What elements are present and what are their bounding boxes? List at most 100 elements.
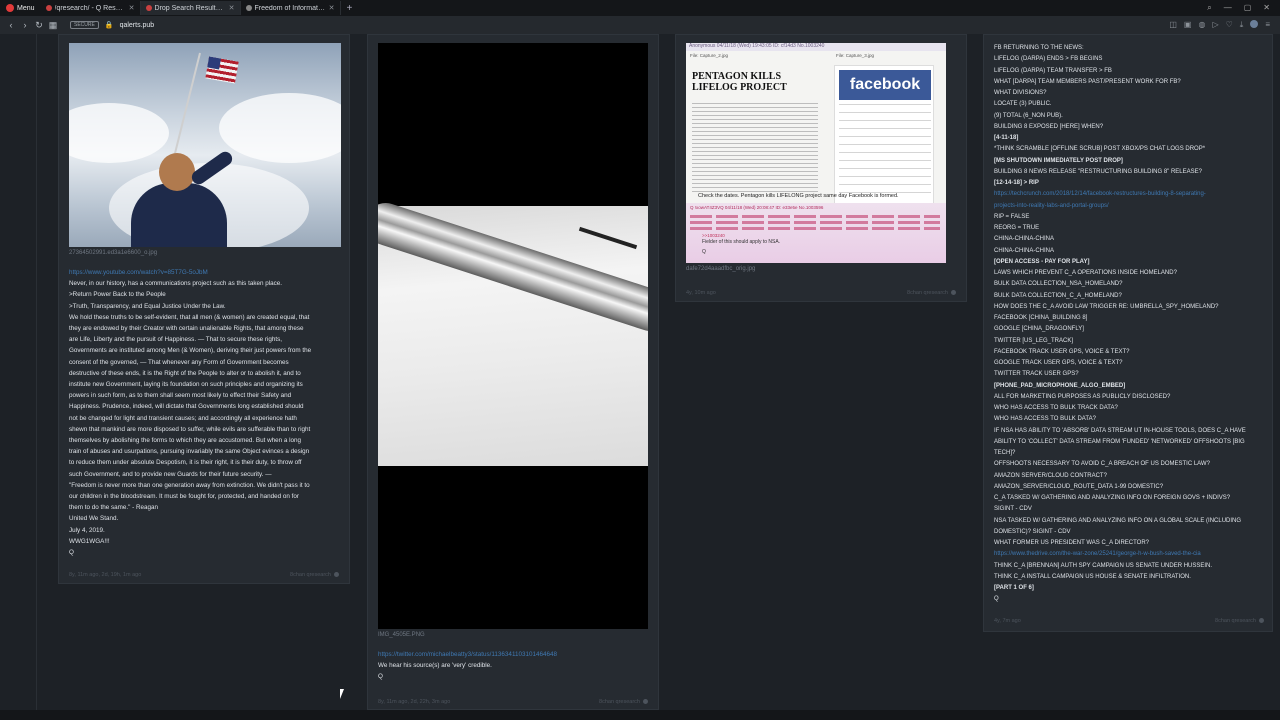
browser-menu-button[interactable]: Menu <box>0 0 41 16</box>
post-line: CHINA-CHINA-CHINA <box>994 236 1054 243</box>
post-line: BULK DATA COLLECTION_NSA_HOMELAND? <box>994 281 1123 288</box>
post-image-news-collage[interactable]: Anonymous 04/11/18 (Wed) 19:43:05 ID: cf… <box>686 43 946 263</box>
post-line: our children in the bloodstream. It must… <box>69 493 299 501</box>
post-line: BUILDING 8 NEWS RELEASE "RESTRUCTURING B… <box>994 168 1202 175</box>
tab-foia[interactable]: Freedom of Information A... ✕ <box>241 1 341 15</box>
post-line: shewn that mankind are more disposed to … <box>69 425 311 433</box>
tab-qresearch[interactable]: /qresearch/ - Q Research Ge... ✕ <box>41 1 141 15</box>
post-line: RIP = FALSE <box>994 213 1030 220</box>
post-line: WWG1WGA!!! <box>69 537 110 545</box>
forward-icon[interactable]: › <box>18 20 32 30</box>
post-timestamp: 8y, 11m ago, 2d, 22h, 3m ago <box>378 699 451 705</box>
post-body: https://www.youtube.com/watch?v=85T7G-5o… <box>69 267 311 558</box>
post-line: *THINK SCRAMBLE [OFFLINE SCRUB] POST XBO… <box>994 146 1206 153</box>
download-icon[interactable]: ⤓ <box>1240 20 1244 30</box>
post-line: [PART 1 OF 6] <box>994 585 1034 591</box>
left-rail <box>36 34 37 720</box>
post-line: Q <box>69 549 74 557</box>
search-icon[interactable]: ⌕ <box>1207 3 1211 13</box>
image-filename[interactable]: IMG_4505E.PNG <box>378 632 425 638</box>
post-link[interactable]: https://www.thedrive.com/the-war-zone/25… <box>994 549 1246 560</box>
snapshot-icon[interactable]: ◫ <box>1169 20 1177 30</box>
tab-loading-icon <box>245 5 252 11</box>
tab-bar: Menu /qresearch/ - Q Research Ge... ✕ Dr… <box>0 0 1280 16</box>
post-line: ALL FOR MARKETING PURPOSES AS PUBLICLY D… <box>994 393 1171 400</box>
heart-icon[interactable]: ♡ <box>1226 20 1233 30</box>
easy-setup-icon[interactable]: ≡ <box>1265 20 1270 30</box>
post-line: GOOGLE [CHINA_DRAGONFLY] <box>994 326 1084 333</box>
post-timestamp: 4y, 7m ago <box>994 618 1021 624</box>
link-icon <box>1259 618 1264 624</box>
post-line: OFFSHOOTS NECESSARY TO AVOID C_A BREACH … <box>994 461 1210 468</box>
image-filename[interactable]: 27364502991.ed3a1e6600_o.jpg <box>69 250 157 256</box>
post-line: United We Stand. <box>69 515 119 523</box>
post-line: WHAT FORMER US PRESIDENT WAS C_A DIRECTO… <box>994 540 1150 546</box>
lock-icon: 🔒 <box>104 22 114 29</box>
post-line: FACEBOOK [CHINA_BUILDING 8] <box>994 315 1088 321</box>
post-line: [OPEN ACCESS - PAY FOR PLAY] <box>994 258 1090 265</box>
vpn-icon[interactable]: ▣ <box>1184 20 1192 30</box>
post-line: Never, in our history, has a communicati… <box>69 280 283 288</box>
post-image-pen[interactable] <box>378 43 648 629</box>
post-line: them to do the same." - Reagan <box>69 504 159 512</box>
close-tab-icon[interactable]: ✕ <box>229 4 235 12</box>
post-body: https://twitter.com/michaelbeatty3/statu… <box>378 649 557 683</box>
image-post-header: Anonymous 04/11/18 (Wed) 19:43:05 ID: cf… <box>686 43 946 51</box>
image-filename[interactable]: dafe72d4aaadfbc_orig.jpg <box>686 266 755 272</box>
american-flag-icon <box>205 56 239 84</box>
post-line: NSA TASKED W/ GATHERING AND ANALYZING IN… <box>994 517 1242 524</box>
avatar[interactable] <box>1250 20 1259 28</box>
post-link[interactable]: https://www.youtube.com/watch?v=85T7G-5o… <box>69 267 311 278</box>
post-line: LOCATE (3) PUBLIC. <box>994 101 1052 108</box>
post-line: CHINA-CHINA-CHINA <box>994 247 1054 254</box>
post-line: WHAT [DARPA] TEAM MEMBERS PAST/PRESENT W… <box>994 78 1181 85</box>
post-card: FB RETURNING TO THE NEWS: LIFELOG (DARPA)… <box>983 34 1273 632</box>
post-source[interactable]: 8chan qresearch <box>907 290 956 296</box>
close-tab-icon[interactable]: ✕ <box>129 4 135 12</box>
post-line: THINK C_A INSTALL CAMPAIGN US HOUSE & SE… <box>994 573 1191 580</box>
facebook-logo: facebook <box>839 70 931 100</box>
player-icon[interactable]: ▷ <box>1212 20 1218 30</box>
link-icon <box>643 699 648 705</box>
post-line: ABILITY TO 'COLLECT' DATA STREAM FROM 'F… <box>994 438 1245 445</box>
post-link[interactable]: https://twitter.com/michaelbeatty3/statu… <box>378 649 557 660</box>
post-line: BULK DATA COLLECTION_C_A_HOMELAND? <box>994 292 1122 299</box>
post-line: LAWS WHICH PREVENT C_A OPERATIONS INSIDE… <box>994 270 1177 276</box>
post-line: July 4, 2019. <box>69 526 105 534</box>
tab-drop-search[interactable]: Drop Search Results: Mar 1... ✕ <box>140 1 241 15</box>
page-content: 27364502991.ed3a1e6600_o.jpg https://www… <box>0 34 1280 720</box>
post-link[interactable]: projects-into-reality-labs-and-portal-gr… <box>994 201 1246 212</box>
post-line: LIFELOG (DARPA) ENDS > FB BEGINS <box>994 56 1103 63</box>
post-line: Happiness. Prudence, indeed, will dictat… <box>69 403 304 411</box>
post-line: WHO HAS ACCESS TO BULK DATA? <box>994 416 1096 423</box>
post-line: TWITTER [US_LEG_TRACK] <box>994 337 1074 344</box>
reload-icon[interactable]: ↻ <box>32 20 46 31</box>
minimize-icon[interactable]: — <box>1224 3 1232 13</box>
post-source[interactable]: 8chan qresearch <box>290 572 339 578</box>
post-line: are Life, Liberty and the pursuit of Hap… <box>69 336 283 344</box>
window-controls: ⌕ — ▢ ✕ <box>1207 3 1280 13</box>
post-line: TWITTER TRACK USER GPS? <box>994 371 1079 378</box>
pen-icon <box>378 197 648 337</box>
status-bar <box>0 710 1280 720</box>
adblock-icon[interactable]: ◍ <box>1198 20 1205 30</box>
post-link[interactable]: https://techcrunch.com/2018/12/14/facebo… <box>994 189 1246 200</box>
post-line: C_A TASKED W/ GATHERING AND ANALYZING IN… <box>994 495 1231 501</box>
tab-title: Freedom of Information A... <box>254 4 326 12</box>
post-source[interactable]: 8chan qresearch <box>599 699 648 705</box>
url-field[interactable]: SECURE 🔒 qalerts.pub <box>70 21 154 29</box>
post-line: LIFELOG (DARPA) TEAM TRANSFER > FB <box>994 67 1112 74</box>
link-icon <box>334 572 339 578</box>
speed-dial-icon[interactable]: ▦ <box>46 20 60 31</box>
toolbar-icons: ◫ ▣ ◍ ▷ ♡ ⤓ ≡ <box>1169 20 1280 30</box>
post-card: Anonymous 04/11/18 (Wed) 19:43:05 ID: cf… <box>675 34 967 302</box>
post-source[interactable]: 8chan qresearch <box>1215 618 1264 624</box>
post-image-flag-salute[interactable] <box>69 43 341 247</box>
close-window-icon[interactable]: ✕ <box>1263 3 1270 13</box>
back-icon[interactable]: ‹ <box>4 20 18 30</box>
close-tab-icon[interactable]: ✕ <box>329 4 335 12</box>
post-line: (9) TOTAL (6_NON PUB). <box>994 112 1063 119</box>
post-line: GOOGLE TRACK USER GPS, VOICE & TEXT? <box>994 360 1123 366</box>
new-tab-button[interactable]: + <box>341 3 359 14</box>
maximize-icon[interactable]: ▢ <box>1244 3 1252 13</box>
